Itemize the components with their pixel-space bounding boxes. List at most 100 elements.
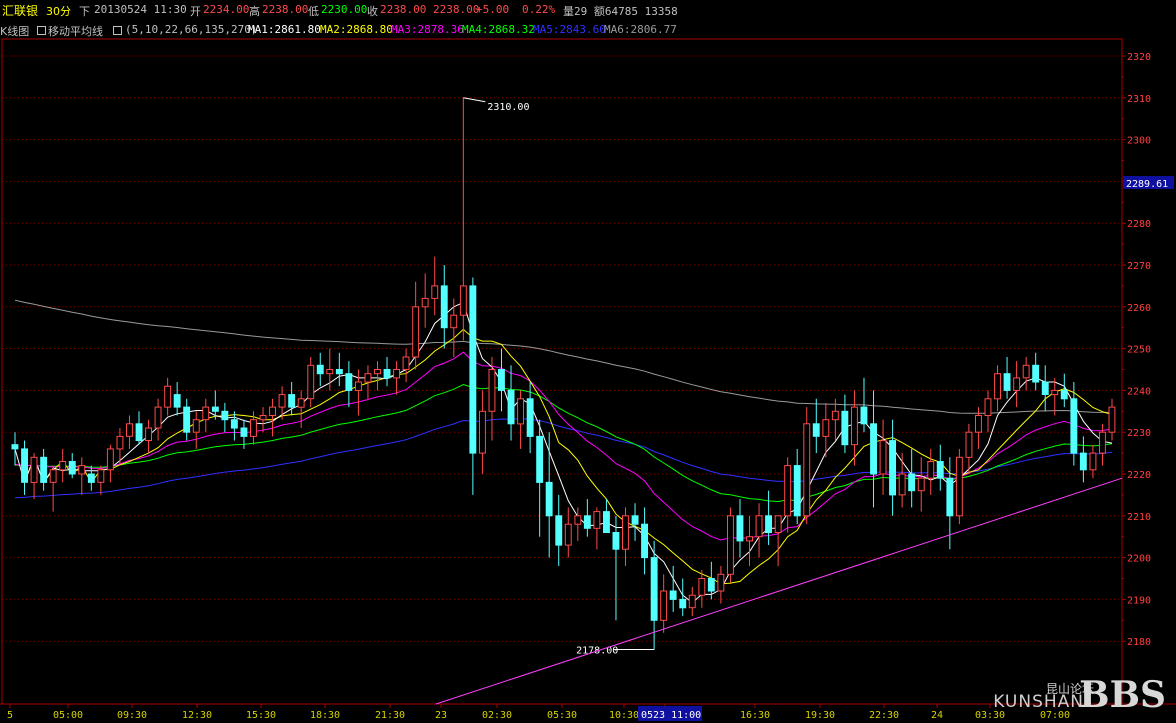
candle-body [221, 410, 229, 421]
candle-body [755, 515, 763, 538]
y-tick-label: 2270 [1127, 261, 1151, 272]
candle-body [87, 473, 95, 483]
annotation-label: 2310.00 [487, 102, 529, 113]
x-tick-label: 18:30 [310, 710, 340, 721]
candle-body [488, 369, 496, 412]
candle-body [965, 431, 973, 458]
x-tick-label: 09:30 [117, 710, 147, 721]
y-tick-label: 2260 [1127, 303, 1151, 314]
y-tick-label: 2300 [1127, 136, 1151, 147]
candle-body [851, 406, 858, 446]
candle-body [393, 369, 401, 379]
x-tick-label: 05:30 [547, 710, 577, 721]
y-tick-label: 2310 [1127, 94, 1151, 105]
y-tick-label: 2320 [1127, 52, 1151, 63]
cursor-time-label: 0523 11:00 [641, 710, 701, 721]
candle-body [211, 406, 219, 412]
candle-body [498, 369, 505, 391]
candle-body [335, 369, 343, 375]
candle-body [822, 419, 830, 437]
candle-body [946, 477, 954, 517]
candle-body [1070, 398, 1078, 454]
annotation-leader [463, 97, 486, 103]
candle-body [1003, 373, 1011, 391]
candle-body [517, 398, 524, 425]
candle-body [1079, 452, 1087, 471]
candle-body [688, 594, 696, 609]
candle-body [984, 398, 992, 416]
candle-body [1032, 364, 1040, 383]
candle-body [297, 398, 305, 408]
candle-body [202, 406, 210, 421]
candle-body [507, 389, 515, 425]
candle-body [1051, 389, 1059, 396]
x-tick-label: 02:30 [482, 710, 512, 721]
x-tick-label: 23 [435, 710, 447, 721]
candle-body [307, 364, 315, 400]
candle-body [440, 285, 448, 329]
plot-frame [1, 38, 1123, 705]
x-tick-label: 10:30 [609, 710, 639, 721]
candle-body [860, 406, 868, 425]
candle-body [59, 461, 67, 471]
candle-body [774, 515, 782, 533]
candle-body [612, 532, 620, 550]
candle-body [230, 419, 238, 429]
candle-body [40, 456, 48, 483]
x-tick-label: 22:30 [869, 710, 899, 721]
candle-body [116, 435, 124, 450]
candle-body [622, 515, 629, 550]
candle-body [469, 285, 477, 454]
x-tick-label: 5 [7, 710, 13, 721]
candle-body [1022, 364, 1030, 379]
x-tick-label: 16:30 [740, 710, 770, 721]
candle-body [240, 427, 248, 437]
candle-body [106, 448, 114, 471]
candle-body [784, 465, 792, 517]
candle-body [49, 469, 57, 483]
candle-body [11, 444, 19, 450]
x-tick-label: 15:30 [246, 710, 276, 721]
candle-body [383, 369, 391, 379]
candle-body [812, 423, 820, 437]
candle-body [917, 477, 925, 492]
candle-body [1060, 389, 1068, 400]
candle-body [765, 515, 772, 533]
candle-body [30, 456, 38, 483]
candle-body [641, 523, 648, 559]
support-trendline [435, 477, 1123, 705]
candle-body [746, 536, 753, 542]
candle-body [1089, 452, 1097, 471]
candle-body [250, 419, 257, 437]
candle-body [975, 415, 982, 433]
candle-body [1099, 431, 1106, 454]
candle-body [259, 415, 267, 421]
candle-body [192, 419, 200, 433]
candle-body [841, 410, 849, 446]
candle-body [593, 511, 601, 529]
x-tick-label: 12:30 [182, 710, 212, 721]
candle-body [355, 381, 362, 391]
current-price-label: 2289.61 [1126, 179, 1168, 190]
candle-body [479, 410, 486, 454]
candle-body [574, 515, 582, 525]
candle-body [68, 461, 76, 475]
candle-body [603, 511, 610, 534]
candle-body [183, 406, 191, 433]
y-tick-label: 2210 [1127, 512, 1151, 523]
y-tick-label: 2180 [1127, 637, 1151, 648]
x-tick-label: 24 [931, 710, 943, 721]
candle-body [97, 469, 105, 483]
candle-body [288, 394, 296, 408]
candle-body [698, 578, 706, 596]
candle-body [135, 423, 143, 441]
candle-body [927, 461, 935, 479]
candle-body [431, 285, 439, 299]
candle-body [727, 515, 734, 575]
x-tick-label: 21:30 [375, 710, 405, 721]
candlestick-chart[interactable]: 2320231023002290228022702260225022402230… [0, 0, 1176, 723]
candle-body [669, 590, 677, 600]
candle-body [402, 356, 410, 370]
candle-body [1013, 377, 1021, 391]
candle-body [889, 440, 896, 496]
